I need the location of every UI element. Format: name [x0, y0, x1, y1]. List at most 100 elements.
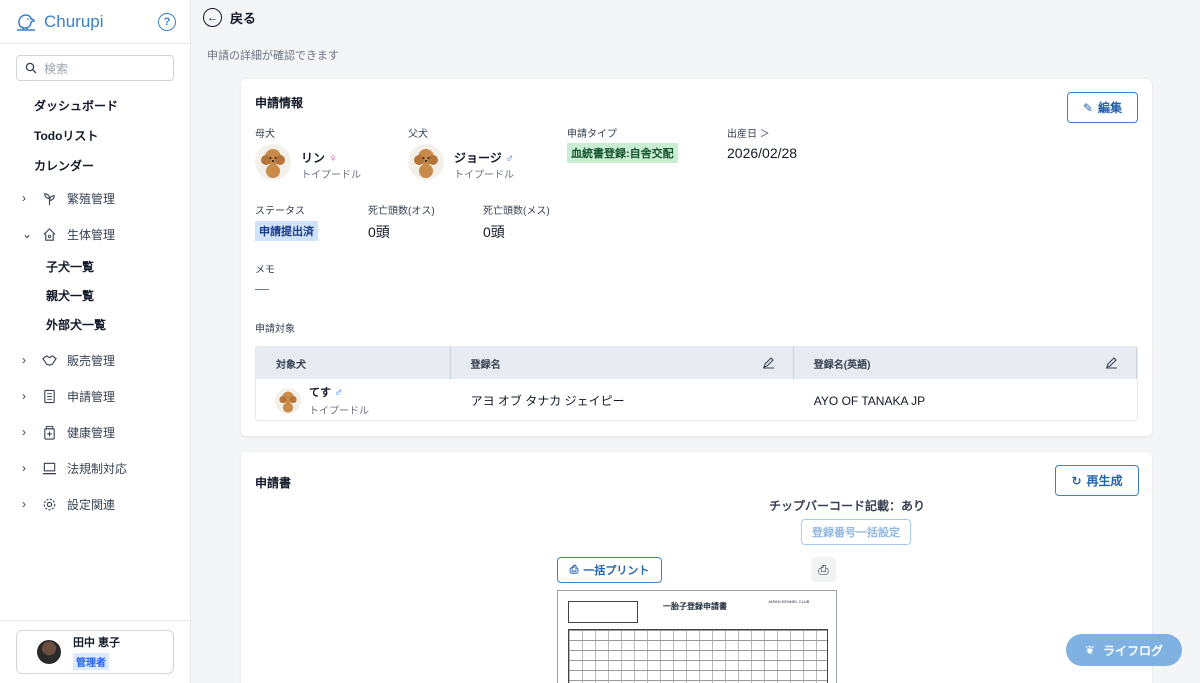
female-icon: ♀ [328, 151, 338, 165]
bulk-print-button[interactable]: ⎙ 一括プリント [557, 557, 662, 583]
male-icon: ♂ [505, 151, 515, 165]
father-name-text: ジョージ [454, 151, 502, 165]
search-placeholder: 検索 [44, 61, 69, 76]
col-label: 登録名 [470, 359, 501, 371]
lifelog-button[interactable]: ❦ ライフログ [1066, 634, 1182, 666]
nav-group-breeding[interactable]: › 繁殖管理 [0, 180, 190, 216]
pencil-icon[interactable] [762, 356, 775, 369]
nav-label: 健康管理 [67, 425, 116, 440]
document-preview[interactable]: 一胎子登録申請書 JAPAN KENNEL CLUB [557, 590, 837, 683]
cell-dog: てす ♂ トイプードル [256, 379, 451, 420]
application-form-card: 申請書 ↻ 再生成 チップバーコード記載：あり 登録番号一括設定 ⎙ 一括プリン… [241, 452, 1152, 683]
memo-value: — [255, 280, 269, 296]
poodle-icon [279, 391, 297, 413]
nav-todo[interactable]: Todoリスト [0, 120, 190, 150]
avatar [37, 640, 61, 664]
mother-name: リン ♀ [301, 149, 337, 166]
regenerate-label: 再生成 [1086, 474, 1123, 488]
doc-box [568, 601, 638, 623]
nav-label: 販売管理 [67, 353, 116, 368]
chevron-right-icon: › [22, 461, 26, 475]
card-title: 申請情報 [255, 96, 304, 110]
doc-club: JAPAN KENNEL CLUB [768, 599, 810, 604]
sprout-icon [44, 192, 55, 205]
male-icon: ♂ [334, 385, 344, 399]
father-name: ジョージ ♂ [454, 149, 514, 166]
cell-reg-name: アヨ オブ タナカ ジェイピー [470, 394, 625, 408]
table-row[interactable]: てす ♂ トイプードル アヨ オブ タナカ ジェイピー AYO OF TANAK… [256, 379, 1137, 420]
nav-dashboard[interactable]: ダッシュボード [0, 90, 190, 120]
bird-icon [17, 13, 35, 31]
col-reg-name: 登録名 [451, 347, 794, 379]
col-reg-name-en: 登録名(英語) [794, 347, 1137, 379]
bulk-print-label: 一括プリント [583, 565, 650, 577]
role-badge: 管理者 [73, 652, 109, 670]
poodle-icon [414, 149, 438, 178]
dog-photo [408, 144, 444, 180]
pencil-icon[interactable] [1105, 356, 1118, 369]
leaf-icon: ❦ [1084, 643, 1096, 657]
nav-group-biology[interactable]: ⌄ 生体管理 [0, 216, 190, 252]
main-content: ← 戻る 申請の詳細が確認できます 申請情報 ✎ 編集 母犬 リン ♀ トイプー… [191, 0, 1200, 683]
dead-female-value: 0頭 [483, 224, 505, 240]
nav-label: 生体管理 [67, 227, 116, 242]
gear-icon [43, 498, 56, 510]
nav-group-settings[interactable]: › 設定関連 [0, 486, 190, 522]
nav-parents[interactable]: 親犬一覧 [0, 281, 190, 310]
back-button[interactable]: ← 戻る [203, 8, 256, 27]
user-name: 田中 恵子 [73, 636, 121, 649]
cell-reg-name-en: AYO OF TANAKA JP [813, 393, 926, 408]
birth-label[interactable]: 出産日 ＞ [727, 125, 770, 140]
chevron-right-icon: › [22, 497, 26, 511]
chip-info: チップバーコード記載：あり [769, 499, 926, 513]
dog-name-text: てす [309, 387, 331, 399]
nav-calendar[interactable]: カレンダー [0, 150, 190, 180]
search-box[interactable]: 検索 [16, 55, 174, 81]
application-info-card: 申請情報 ✎ 編集 母犬 リン ♀ トイプードル 父犬 ジョージ ♂ トイプード… [241, 79, 1152, 436]
document-icon [44, 389, 55, 403]
dog-photo [275, 387, 301, 414]
edit-button[interactable]: ✎ 編集 [1067, 92, 1138, 123]
nav-label: 繁殖管理 [67, 191, 116, 206]
lifelog-label: ライフログ [1103, 643, 1164, 658]
nav-puppies[interactable]: 子犬一覧 [0, 252, 190, 281]
dog-photo [255, 144, 291, 180]
chevron-right-icon: › [22, 389, 26, 403]
father-label: 父犬 [408, 129, 428, 140]
page-subtitle: 申請の詳細が確認できます [207, 50, 339, 62]
house-icon [43, 227, 56, 241]
doc-title: 一胎子登録申請書 [663, 602, 727, 611]
app-logo[interactable]: Churupi [14, 10, 104, 34]
table-header: 対象犬 登録名 登録名(英語) [256, 347, 1137, 379]
dog-breed: トイプードル [309, 406, 369, 417]
nav-group-legal[interactable]: › 法規制対応 [0, 450, 190, 486]
nav-label: 設定関連 [67, 497, 116, 512]
type-label: 申請タイプ [567, 129, 617, 140]
status-badge: 申請提出済 [255, 221, 318, 241]
chevron-down-icon: ⌄ [22, 227, 33, 241]
user-info: 田中 恵子 管理者 [73, 634, 120, 671]
user-card[interactable]: 田中 恵子 管理者 [16, 630, 174, 674]
type-tag: 血統書登録:自舎交配 [567, 143, 678, 163]
mother-name-text: リン [301, 151, 326, 165]
dog-name: てす ♂ [309, 384, 369, 400]
printer-icon[interactable]: ⎙ [811, 557, 836, 582]
nav-label: 申請管理 [67, 389, 116, 404]
printer-icon: ⎙ [569, 563, 579, 576]
nav-external-dogs[interactable]: 外部犬一覧 [0, 310, 190, 339]
app-name: Churupi [44, 11, 104, 31]
birth-value: 2026/02/28 [727, 145, 798, 161]
targets-table: 対象犬 登録名 登録名(英語) てす ♂ トイプードル アヨ オブ タナカ ジェ… [255, 346, 1138, 421]
status-label: ステータス [255, 206, 305, 217]
nav-label: 法規制対応 [67, 461, 128, 476]
dead-male-value: 0頭 [368, 224, 390, 240]
bulk-reg-button[interactable]: 登録番号一括設定 [801, 519, 911, 545]
help-icon[interactable]: ? [158, 12, 176, 31]
nav-group-health[interactable]: › 健康管理 [0, 414, 190, 450]
dead-female-label: 死亡頭数(メス) [483, 206, 550, 217]
regenerate-button[interactable]: ↻ 再生成 [1055, 465, 1139, 496]
medicine-icon [44, 425, 55, 440]
chevron-right-icon: › [22, 425, 26, 439]
nav-group-application[interactable]: › 申請管理 [0, 378, 190, 414]
nav-group-sales[interactable]: › 販売管理 [0, 342, 190, 378]
